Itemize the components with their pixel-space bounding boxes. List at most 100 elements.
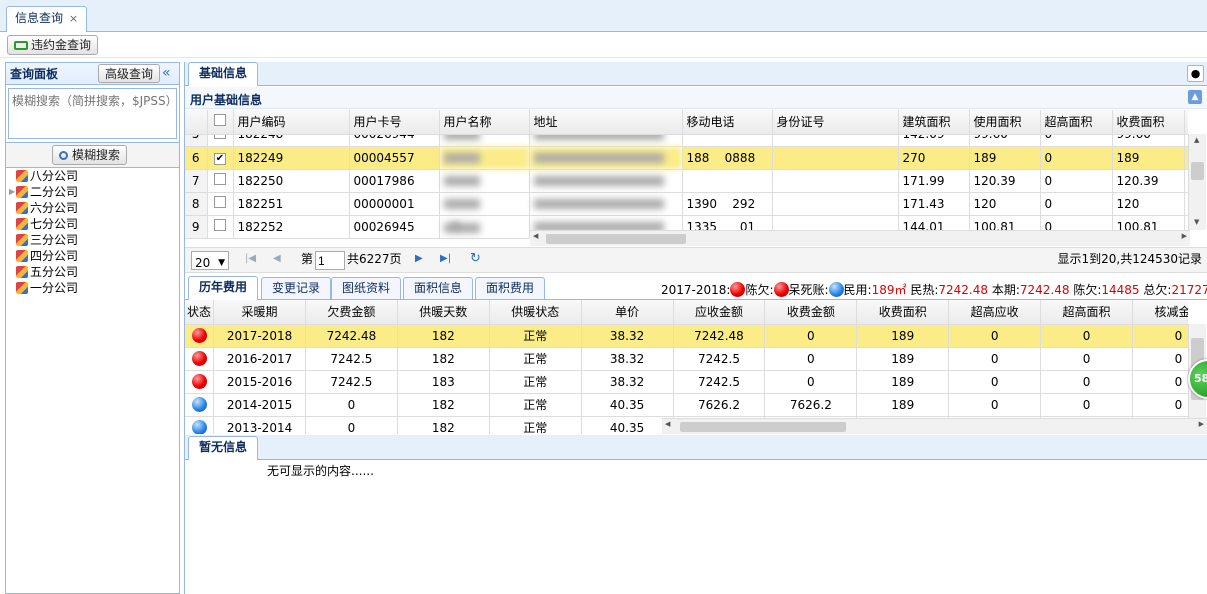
charge-area: 99.60: [1112, 135, 1185, 147]
settings-icon[interactable]: ●: [1187, 65, 1204, 82]
status-cell: [185, 370, 215, 394]
tab-label: 信息查询: [15, 11, 64, 25]
owed-amount: 0: [305, 393, 398, 417]
tree-node[interactable]: 一分公司: [16, 280, 78, 296]
fuzzy-search-button[interactable]: 模糊搜索: [52, 145, 128, 165]
close-icon[interactable]: ×: [69, 12, 78, 25]
empty-message: 无可显示的内容......: [267, 464, 374, 478]
row-checkbox: ✔: [207, 146, 234, 170]
col-header[interactable]: 用户名称: [439, 110, 530, 135]
tab-basic-info[interactable]: 基础信息: [188, 62, 259, 86]
tree-node[interactable]: 四分公司: [16, 248, 78, 264]
table-row[interactable]: 6 ✔ 182249 00004557 188 0888 270 189 0 189: [185, 146, 1188, 170]
tree-node[interactable]: 五分公司: [16, 264, 78, 280]
col-header[interactable]: 供暖状态: [489, 300, 582, 325]
tree-node[interactable]: 八分公司: [16, 168, 78, 184]
high-area: 0: [1040, 135, 1113, 147]
col-header[interactable]: 收费面积: [856, 300, 950, 325]
mobile-phone: 1390 292: [682, 192, 773, 216]
scroll-right-icon[interactable]: ▶: [1199, 420, 1204, 428]
tab-no-info[interactable]: 暂无信息: [188, 436, 259, 460]
last-page-icon[interactable]: ▶|: [440, 248, 451, 270]
checkbox[interactable]: [214, 114, 226, 127]
checkbox[interactable]: ✔: [214, 153, 226, 165]
basic-grid-body-table: 518224800026944 142.0999.60099.606✔18224…: [185, 135, 1188, 239]
history-tab-strip: 历年费用 变更记录 图纸资料 面积信息 面积费用 2017-2018: 陈欠: 呆死…: [185, 274, 1207, 300]
collapse-up-icon[interactable]: ▲: [1188, 90, 1202, 104]
table-row[interactable]: 2015-2016 7242.5 183 正常 38.32 7242.5 0 189 0 0 0: [185, 370, 1188, 394]
col-header[interactable]: 供暖天数: [397, 300, 490, 325]
tab-info-query[interactable]: 信息查询 ×: [6, 6, 88, 32]
col-header[interactable]: 收费金额: [764, 300, 858, 325]
tab-change-log[interactable]: 变更记录: [261, 277, 332, 299]
advanced-query-button[interactable]: 高级查询: [98, 64, 161, 83]
col-header[interactable]: 身份证号: [772, 110, 899, 135]
col-header[interactable]: 超高应收: [948, 300, 1042, 325]
unit-price: 38.32: [581, 347, 674, 371]
tab-drawings[interactable]: 图纸资料: [331, 277, 402, 299]
col-header[interactable]: 超高面积: [1040, 110, 1113, 135]
scroll-thumb[interactable]: [546, 234, 686, 244]
col-header[interactable]: 地址: [529, 110, 683, 135]
table-row[interactable]: 2014-2015 0 182 正常 40.35 7626.2 7626.2 189 0 0 0: [185, 393, 1188, 417]
tab-area-info[interactable]: 面积信息: [403, 277, 474, 299]
deduction-amount: 0: [1132, 324, 1188, 348]
scroll-left-icon[interactable]: ◀: [533, 232, 538, 240]
basic-horizontal-scrollbar[interactable]: ◀ ▶: [530, 230, 1190, 246]
user-card: 00000001: [349, 192, 440, 216]
scroll-up-icon[interactable]: ▲: [1194, 136, 1199, 144]
page-number-input[interactable]: [315, 251, 345, 270]
page-size-select[interactable]: 20 ▼: [191, 251, 229, 270]
table-row[interactable]: 2016-2017 7242.5 182 正常 38.32 7242.5 0 189 0 0 0: [185, 347, 1188, 371]
expand-arrow-icon[interactable]: ▶: [9, 187, 15, 196]
col-header[interactable]: 超高面积: [1040, 300, 1133, 325]
basic-vertical-scrollbar[interactable]: ▲ ▼: [1188, 134, 1206, 230]
high-area: 0: [1040, 393, 1133, 417]
col-header[interactable]: 用户编码: [233, 110, 350, 135]
table-row[interactable]: 7 182250 00017986 171.99 120.39 0 120.39: [185, 169, 1188, 193]
scroll-thumb[interactable]: [1191, 162, 1204, 180]
col-header[interactable]: 采暖期: [213, 300, 306, 325]
prev-page-icon[interactable]: ◀: [273, 248, 281, 270]
tree-node[interactable]: 七分公司: [16, 216, 78, 232]
fuzzy-search-input[interactable]: [8, 88, 177, 139]
collapse-icon[interactable]: «: [162, 62, 171, 84]
col-header[interactable]: 核减金额: [1132, 300, 1188, 325]
checkbox[interactable]: [214, 219, 226, 231]
refresh-icon[interactable]: ↻: [470, 248, 481, 270]
table-row[interactable]: 8 182251 00000001 1390 292 171.43 120 0 120: [185, 192, 1188, 216]
col-header[interactable]: 应收金额: [673, 300, 766, 325]
scroll-right-icon[interactable]: ▶: [1182, 232, 1187, 240]
table-row[interactable]: 518224800026944 142.0999.60099.60: [185, 135, 1188, 147]
scroll-down-icon[interactable]: ▼: [1194, 218, 1199, 226]
first-page-icon[interactable]: |◀: [245, 248, 256, 270]
table-row[interactable]: 2017-2018 7242.48 182 正常 38.32 7242.48 0 189 0 0 0: [185, 324, 1188, 348]
scroll-left-icon[interactable]: ◀: [665, 420, 670, 428]
checkbox[interactable]: [214, 135, 226, 139]
next-page-icon[interactable]: ▶: [415, 248, 423, 270]
col-header[interactable]: 收费面积: [1112, 110, 1185, 135]
status-cell: [185, 393, 215, 417]
history-horizontal-scrollbar[interactable]: ◀ ▶: [662, 418, 1207, 434]
col-header[interactable]: 使用面积: [969, 110, 1041, 135]
col-header[interactable]: 状态: [185, 300, 215, 325]
tree-node[interactable]: 六分公司: [16, 200, 78, 216]
tree-node[interactable]: 三分公司: [16, 232, 78, 248]
col-header[interactable]: 用户卡号: [349, 110, 440, 135]
tree-node[interactable]: 二分公司: [16, 184, 78, 200]
col-header[interactable]: 欠费金额: [305, 300, 398, 325]
col-header[interactable]: 用户: [1184, 110, 1188, 135]
checkbox[interactable]: [214, 196, 226, 208]
col-header[interactable]: 建筑面积: [898, 110, 970, 135]
main-panel: 基础信息 ● 用户基础信息 ▲ 用户编码 用户卡号 用户名称 地址 移动电话 身…: [184, 62, 1207, 594]
usable-area: 120.39: [969, 169, 1041, 193]
breach-fee-query-button[interactable]: 违约金查询: [7, 35, 99, 55]
col-header[interactable]: 移动电话: [682, 110, 773, 135]
tab-area-fees[interactable]: 面积费用: [475, 277, 546, 299]
tab-yearly-fees[interactable]: 历年费用: [188, 276, 259, 300]
check-all-header[interactable]: [207, 110, 234, 135]
col-header[interactable]: 单价: [581, 300, 674, 325]
checkbox[interactable]: [214, 173, 226, 185]
scroll-thumb[interactable]: [680, 422, 846, 432]
deduction-amount: 0: [1132, 347, 1188, 371]
